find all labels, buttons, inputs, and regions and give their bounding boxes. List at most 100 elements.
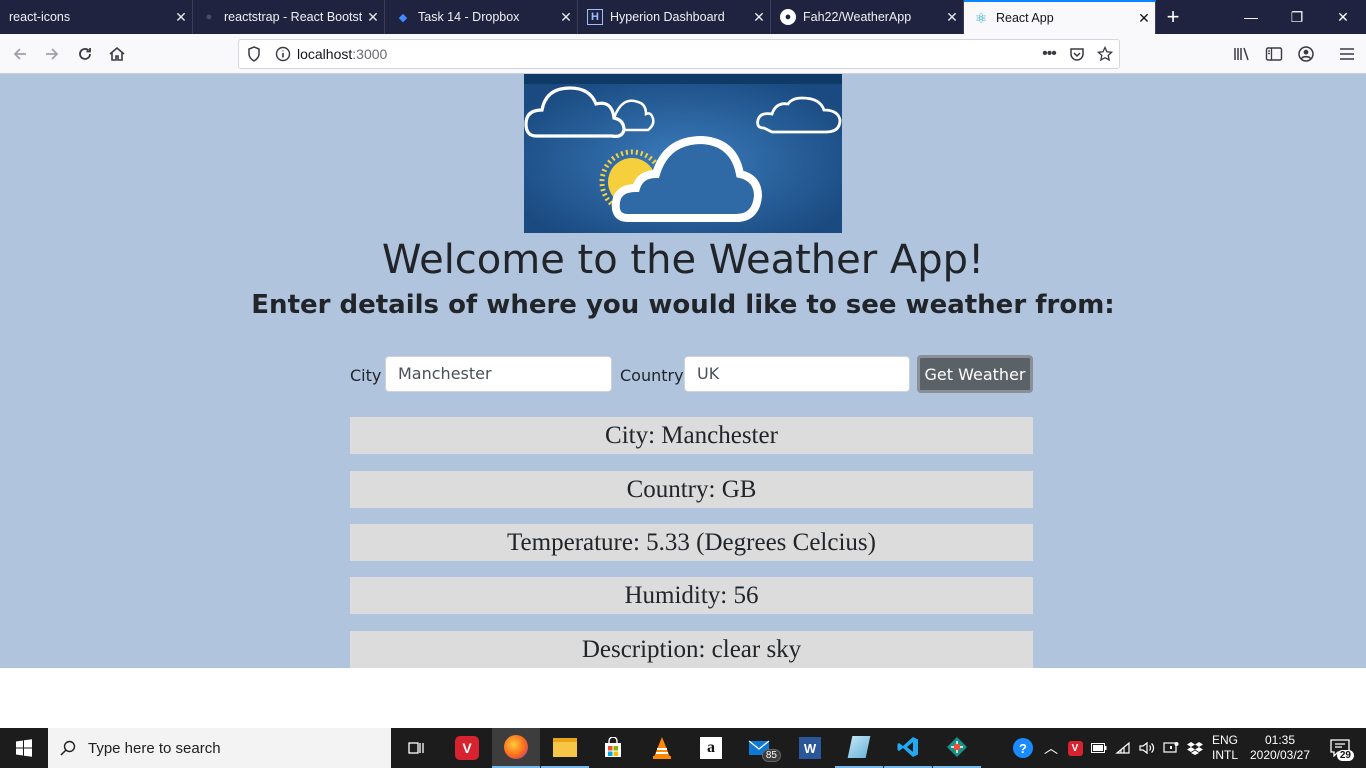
tab-reactstrap[interactable]: ● reactstrap - React Bootst ✕: [193, 0, 385, 34]
close-icon[interactable]: ✕: [362, 9, 384, 26]
tab-title: Task 14 - Dropbox: [418, 10, 520, 24]
menu-button[interactable]: [1333, 40, 1361, 68]
tab-react-app[interactable]: ⚛ React App ✕: [964, 0, 1156, 34]
url-host: localhost: [297, 46, 353, 62]
shield-icon[interactable]: [239, 46, 269, 62]
tab-dropbox[interactable]: ◆ Task 14 - Dropbox ✕: [385, 0, 578, 34]
start-button[interactable]: [0, 728, 48, 768]
microsoft-store-icon[interactable]: [589, 728, 637, 768]
weather-illustration: [524, 74, 842, 233]
tab-title: React App: [996, 11, 1054, 25]
navigation-bar: localhost:3000 •••: [0, 34, 1366, 74]
result-description: Description: clear sky: [350, 631, 1033, 668]
hamburger-icon: [1340, 48, 1354, 60]
tab-hyperion[interactable]: H Hyperion Dashboard ✕: [578, 0, 771, 34]
windows-taskbar: Type here to search V a 85 W ? ︿ V ENG I…: [0, 728, 1366, 768]
forward-button[interactable]: [38, 40, 66, 68]
react-icon: ⚛: [974, 9, 988, 26]
clock-time: 01:35: [1264, 733, 1296, 747]
dropbox-tray-icon[interactable]: [1184, 728, 1206, 768]
amazon-icon[interactable]: a: [687, 728, 735, 768]
account-button[interactable]: [1292, 40, 1320, 68]
pocket-icon[interactable]: [1063, 46, 1091, 62]
url-port: :3000: [352, 46, 388, 62]
word-icon[interactable]: W: [786, 728, 834, 768]
address-bar[interactable]: localhost:3000 •••: [238, 39, 1120, 69]
firefox-icon[interactable]: [492, 728, 540, 768]
vivaldi-tray-icon[interactable]: V: [1064, 728, 1086, 768]
page-blank-area: [0, 668, 1366, 728]
city-label: City: [350, 366, 382, 385]
mail-icon[interactable]: 85: [737, 728, 785, 768]
vscode-icon[interactable]: [884, 728, 932, 768]
task-view-icon[interactable]: [392, 728, 440, 768]
weather-hero-image: [524, 74, 842, 233]
clock[interactable]: 01:35 2020/03/27: [1246, 728, 1314, 768]
tab-title: Fah22/WeatherApp: [803, 10, 912, 24]
input-language[interactable]: ENG INTL: [1208, 728, 1242, 768]
tab-title: reactstrap - React Bootst: [224, 10, 362, 24]
new-tab-button[interactable]: +: [1156, 0, 1190, 34]
dropbox-icon: ◆: [398, 11, 408, 24]
browser-window: react-icons ✕ ● reactstrap - React Boots…: [0, 0, 1366, 768]
volume-icon[interactable]: [1136, 728, 1158, 768]
close-icon[interactable]: ✕: [170, 9, 192, 26]
home-button[interactable]: [103, 40, 131, 68]
keyboard-layout: INTL: [1211, 748, 1238, 762]
restore-icon[interactable]: ❐: [1274, 0, 1320, 34]
close-icon[interactable]: ✕: [941, 9, 963, 26]
close-icon[interactable]: ✕: [1133, 10, 1155, 27]
tab-title: Hyperion Dashboard: [610, 10, 725, 24]
result-country: Country: GB: [350, 471, 1033, 508]
back-arrow-icon: [13, 48, 26, 60]
notification-count: 29: [1336, 750, 1354, 761]
wifi-icon[interactable]: [1112, 728, 1134, 768]
get-weather-button[interactable]: Get Weather: [917, 355, 1033, 393]
info-icon[interactable]: [269, 46, 297, 62]
sidebar-button[interactable]: [1260, 40, 1288, 68]
tab-github[interactable]: ● Fah22/WeatherApp ✕: [771, 0, 964, 34]
bookmark-star-icon[interactable]: [1091, 46, 1119, 62]
vivaldi-icon[interactable]: V: [443, 728, 491, 768]
result-humidity: Humidity: 56: [350, 577, 1033, 614]
hyperion-icon: H: [587, 9, 603, 25]
gitkraken-icon[interactable]: [933, 728, 981, 768]
country-input[interactable]: UK: [684, 356, 910, 392]
tab-title: react-icons: [9, 10, 71, 24]
display-icon[interactable]: [1160, 728, 1182, 768]
notification-center-icon[interactable]: 29: [1320, 728, 1360, 768]
minimize-icon[interactable]: —: [1228, 0, 1274, 34]
country-label: Country: [620, 366, 684, 385]
window-controls: — ❐ ✕: [1228, 0, 1366, 34]
tab-react-icons[interactable]: react-icons ✕: [0, 0, 193, 34]
page-actions-icon[interactable]: •••: [1035, 45, 1063, 63]
chevron-up-icon[interactable]: ︿: [1040, 728, 1062, 768]
close-icon[interactable]: ✕: [555, 9, 577, 26]
account-icon: [1298, 46, 1314, 62]
library-button[interactable]: [1228, 40, 1256, 68]
notepad-icon[interactable]: [835, 728, 883, 768]
reactstrap-favicon-icon: ●: [205, 11, 213, 23]
result-temperature: Temperature: 5.33 (Degrees Celcius): [350, 524, 1033, 561]
taskbar-search-box[interactable]: Type here to search: [48, 728, 391, 768]
clock-date: 2020/03/27: [1249, 748, 1311, 762]
help-icon[interactable]: ?: [1010, 728, 1036, 768]
close-window-icon[interactable]: ✕: [1320, 0, 1366, 34]
search-placeholder: Type here to search: [88, 739, 221, 757]
mail-badge: 85: [761, 749, 781, 762]
result-city: City: Manchester: [350, 417, 1033, 454]
vlc-icon[interactable]: [638, 728, 686, 768]
battery-icon[interactable]: [1088, 728, 1110, 768]
back-button[interactable]: [6, 40, 34, 68]
language-code: ENG: [1211, 733, 1238, 747]
search-icon: [48, 740, 88, 756]
file-explorer-icon[interactable]: [541, 728, 589, 768]
forward-arrow-icon: [46, 48, 59, 60]
sidebar-icon: [1265, 47, 1283, 61]
page-subtitle: Enter details of where you would like to…: [251, 290, 1115, 320]
city-input[interactable]: Manchester: [385, 356, 612, 392]
windows-logo-icon: [16, 739, 32, 757]
close-icon[interactable]: ✕: [748, 9, 770, 26]
reload-button[interactable]: [71, 40, 99, 68]
tab-strip: react-icons ✕ ● reactstrap - React Boots…: [0, 0, 1366, 34]
